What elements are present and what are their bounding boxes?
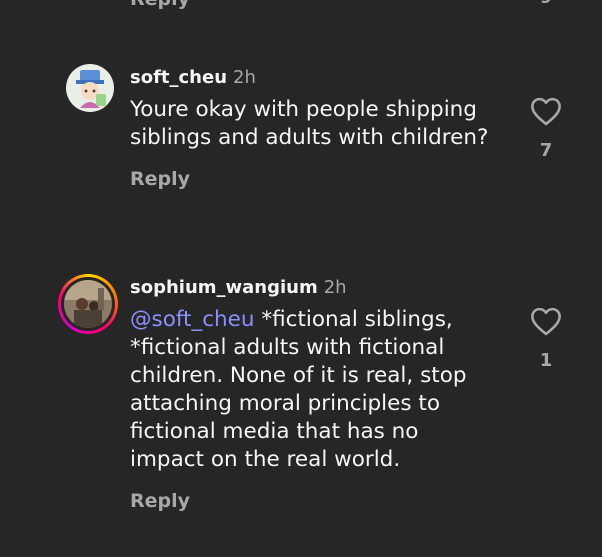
avatar-image: [64, 280, 112, 328]
comment-meta: sophium_wangium 2h: [130, 276, 490, 300]
reply-button[interactable]: Reply: [130, 168, 490, 190]
avatar-story-ring[interactable]: [58, 274, 118, 334]
heart-outline-icon[interactable]: [529, 96, 563, 126]
like-count: 1: [539, 350, 553, 371]
like-control: 1: [526, 306, 566, 371]
username[interactable]: soft_cheu: [130, 67, 227, 88]
timestamp: 2h: [233, 67, 256, 88]
mention-link[interactable]: @soft_cheu: [130, 307, 255, 332]
like-count: 7: [539, 140, 553, 161]
comment-meta: soft_cheu 2h: [130, 66, 490, 90]
previous-comment-footer: Reply 9: [130, 0, 602, 12]
comment-text: @soft_cheu *fictional siblings, *fiction…: [130, 306, 490, 474]
timestamp: 2h: [323, 277, 347, 298]
avatar: [64, 280, 112, 328]
avatar[interactable]: [66, 64, 114, 112]
like-control: 7: [526, 96, 566, 161]
avatar-image: [66, 64, 114, 112]
reply-button[interactable]: Reply: [130, 490, 490, 512]
username[interactable]: sophium_wangium: [130, 277, 318, 298]
previous-reply-button[interactable]: Reply: [130, 0, 190, 10]
heart-outline-icon[interactable]: [529, 306, 563, 336]
comment-text: Youre okay with people shipping siblings…: [130, 97, 489, 150]
previous-like-count: 9: [539, 0, 553, 8]
